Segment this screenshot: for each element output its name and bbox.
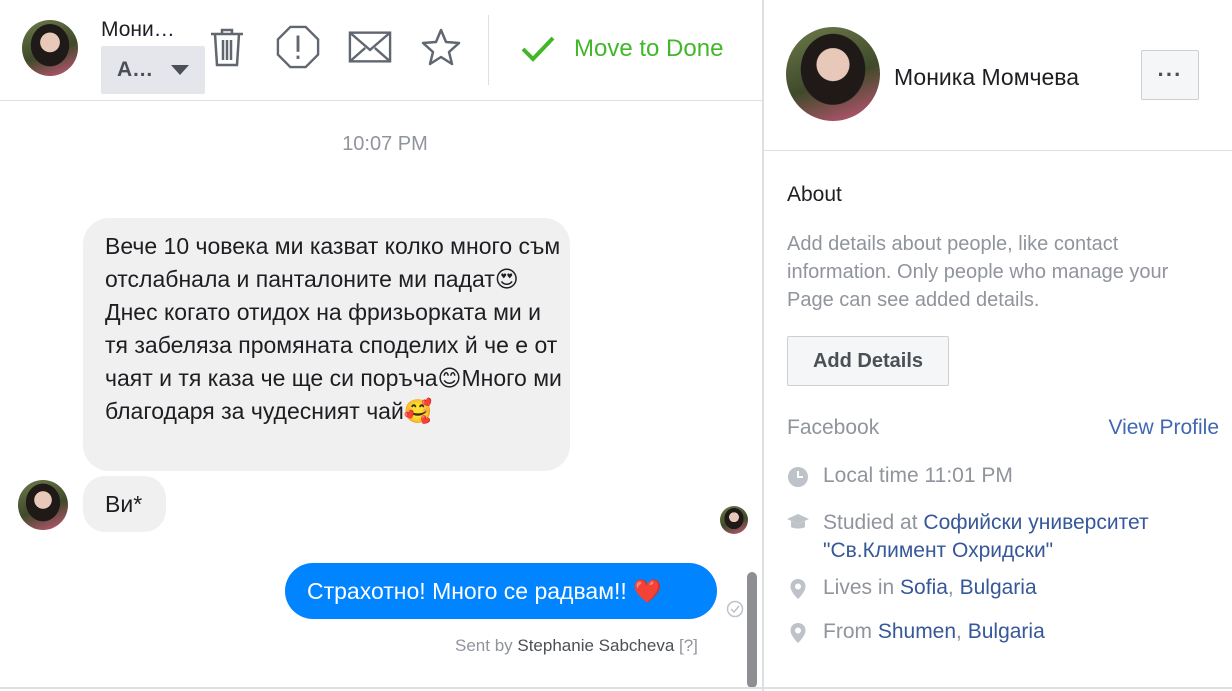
contact-avatar[interactable] (22, 20, 78, 76)
checkmark-icon (521, 36, 555, 62)
education-row: Studied at Софийски университет "Св.Клим… (787, 509, 1183, 565)
profile-avatar[interactable] (786, 27, 880, 121)
panel-divider (764, 150, 1232, 151)
studied-prefix: Studied at (823, 511, 924, 534)
incoming-message: Ви* (83, 476, 166, 532)
move-to-done-label: Move to Done (574, 35, 724, 62)
clock-icon (788, 467, 808, 487)
add-details-button[interactable]: Add Details (787, 336, 949, 386)
location-pin-icon (790, 623, 806, 643)
local-time-row: Local time 11:01 PM (787, 464, 1013, 488)
header-divider (488, 15, 489, 85)
caret-down-icon (171, 65, 190, 75)
assign-dropdown-label: A… (117, 58, 154, 81)
more-options-button[interactable]: ··· (1141, 50, 1199, 100)
trash-icon[interactable] (205, 25, 249, 69)
star-icon[interactable] (419, 25, 463, 69)
incoming-message: Вече 10 човека ми казват колко много съм… (83, 218, 570, 471)
sender-avatar (18, 480, 68, 530)
scrollbar-thumb[interactable] (747, 572, 757, 688)
contact-info-panel: Моника Момчева ··· About Add details abo… (762, 0, 1232, 691)
lives-prefix: Lives in (823, 576, 901, 599)
message-text: Ви* (105, 491, 143, 517)
message-text: Страхотно! Много се радвам!! ❤️ (307, 577, 662, 604)
more-icon: ··· (1157, 62, 1183, 87)
contact-name[interactable]: Мони… (101, 18, 175, 42)
sent-by-prefix: Sent by (455, 636, 518, 655)
from-prefix: From (823, 620, 878, 643)
profile-name[interactable]: Моника Момчева (894, 64, 1079, 91)
from-separator: , (956, 620, 968, 643)
message-text: Вече 10 човека ми казват колко много съм… (105, 233, 562, 424)
spam-alert-icon[interactable] (276, 25, 320, 69)
assign-dropdown[interactable]: A… (101, 46, 205, 94)
sent-by-line: Sent by Stephanie Sabcheva [?] (455, 636, 698, 656)
local-time: Local time 11:01 PM (823, 464, 1013, 487)
mail-icon[interactable] (348, 25, 392, 69)
sent-by-name[interactable]: Stephanie Sabcheva (517, 636, 674, 655)
conversation-pane: Мони… A… Move to Done 10:07 PM Вече 10 ч… (0, 0, 762, 691)
message-timestamp: 10:07 PM (342, 133, 428, 155)
bottom-border (0, 687, 1232, 689)
outgoing-message: Страхотно! Много се радвам!! ❤️ (285, 563, 717, 619)
hometown-row: From Shumen, Bulgaria (787, 620, 1045, 644)
location-pin-icon (790, 579, 806, 599)
sent-by-help[interactable]: [?] (674, 636, 698, 655)
view-profile-link[interactable]: View Profile (1109, 416, 1220, 440)
lives-city-link[interactable]: Sofia (900, 576, 948, 599)
conversation-header: Мони… A… Move to Done (0, 0, 762, 101)
from-city-link[interactable]: Shumen (878, 620, 956, 643)
from-country-link[interactable]: Bulgaria (968, 620, 1045, 643)
lives-country-link[interactable]: Bulgaria (960, 576, 1037, 599)
lives-separator: , (947, 576, 960, 599)
graduation-cap-icon (787, 514, 809, 529)
facebook-label: Facebook (787, 416, 880, 439)
about-title: About (787, 183, 842, 206)
current-city-row: Lives in Sofia, Bulgaria (787, 576, 1037, 600)
delivered-check-icon (726, 600, 744, 618)
about-description: Add details about people, like contact i… (787, 233, 1169, 311)
move-to-done-button[interactable]: Move to Done (520, 30, 723, 68)
seen-by-avatar (720, 506, 748, 534)
